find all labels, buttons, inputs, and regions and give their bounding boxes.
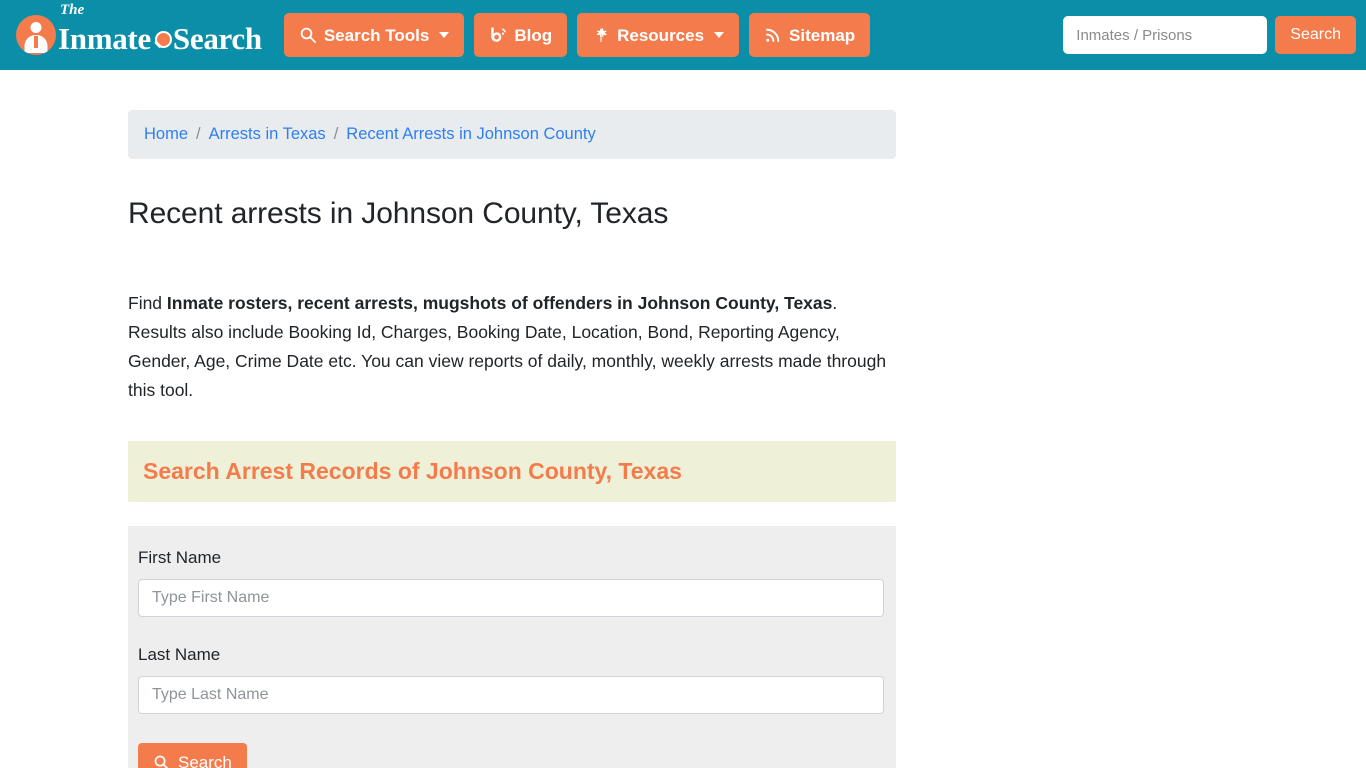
first-name-group: First Name: [138, 548, 886, 617]
logo-inmate-text: Inmate: [58, 20, 151, 56]
intro-lead: Find: [128, 293, 167, 313]
first-name-label: First Name: [138, 548, 222, 567]
logo-the-text: The: [60, 1, 85, 18]
form-spacer: [138, 617, 886, 645]
page-body: Home / Arrests in Texas / Recent Arrests…: [0, 70, 1366, 768]
nav-resources-label: Resources: [617, 25, 705, 45]
last-name-label: Last Name: [138, 645, 221, 664]
content-container: Home / Arrests in Texas / Recent Arrests…: [128, 110, 896, 768]
intro-bold: Inmate rosters, recent arrests, mugshots…: [166, 293, 833, 313]
nav-sitemap-label: Sitemap: [789, 25, 856, 45]
breadcrumb: Home / Arrests in Texas / Recent Arrests…: [128, 110, 896, 159]
breadcrumb-item-arrests-in-texas[interactable]: Arrests in Texas: [209, 125, 326, 144]
logo-search-text: Search: [172, 20, 262, 56]
header-search-group: Search: [1063, 16, 1356, 54]
first-name-input[interactable]: [138, 579, 884, 617]
breadcrumb-item-home[interactable]: Home: [144, 125, 188, 144]
form-search-button[interactable]: Search: [138, 743, 247, 768]
breadcrumb-separator: /: [196, 125, 201, 143]
magnifier-icon: [153, 754, 171, 768]
header-search-input[interactable]: [1063, 16, 1268, 54]
inmate-person-icon: [16, 15, 56, 55]
magnifier-icon: [152, 30, 172, 51]
rss-icon: [764, 26, 782, 44]
site-logo[interactable]: The Inmate Search: [16, 2, 262, 56]
nav-resources-button[interactable]: Resources: [577, 13, 740, 57]
leaf-icon: [592, 26, 610, 44]
nav-blog-button[interactable]: Blog: [474, 13, 568, 57]
header-search-button[interactable]: Search: [1275, 16, 1356, 54]
form-search-label: Search: [178, 752, 232, 768]
intro-paragraph: Find Inmate rosters, recent arrests, mug…: [128, 289, 898, 405]
primary-nav: Search Tools Blog Resources Sitemap: [283, 13, 871, 57]
magnifier-icon: [299, 26, 317, 44]
breadcrumb-item-recent-arrests[interactable]: Recent Arrests in Johnson County: [346, 125, 595, 144]
blog-b-icon: [489, 26, 507, 44]
breadcrumb-separator: /: [333, 125, 339, 143]
nav-sitemap-button[interactable]: Sitemap: [749, 13, 871, 57]
nav-blog-label: Blog: [514, 25, 553, 45]
nav-search-tools-label: Search Tools: [323, 25, 430, 45]
chevron-down-icon: [714, 32, 725, 38]
search-panel-heading: Search Arrest Records of Johnson County,…: [128, 441, 896, 502]
site-header: The Inmate Search Search Tools Blog Reso…: [0, 0, 1366, 70]
nav-search-tools-button[interactable]: Search Tools: [283, 13, 465, 57]
last-name-input[interactable]: [138, 676, 884, 714]
arrest-search-form: First Name Last Name Search: [128, 526, 896, 768]
page-title: Recent arrests in Johnson County, Texas: [128, 197, 669, 230]
last-name-group: Last Name: [138, 645, 886, 714]
chevron-down-icon: [439, 32, 450, 38]
logo-wordmark: The Inmate Search: [58, 2, 262, 56]
